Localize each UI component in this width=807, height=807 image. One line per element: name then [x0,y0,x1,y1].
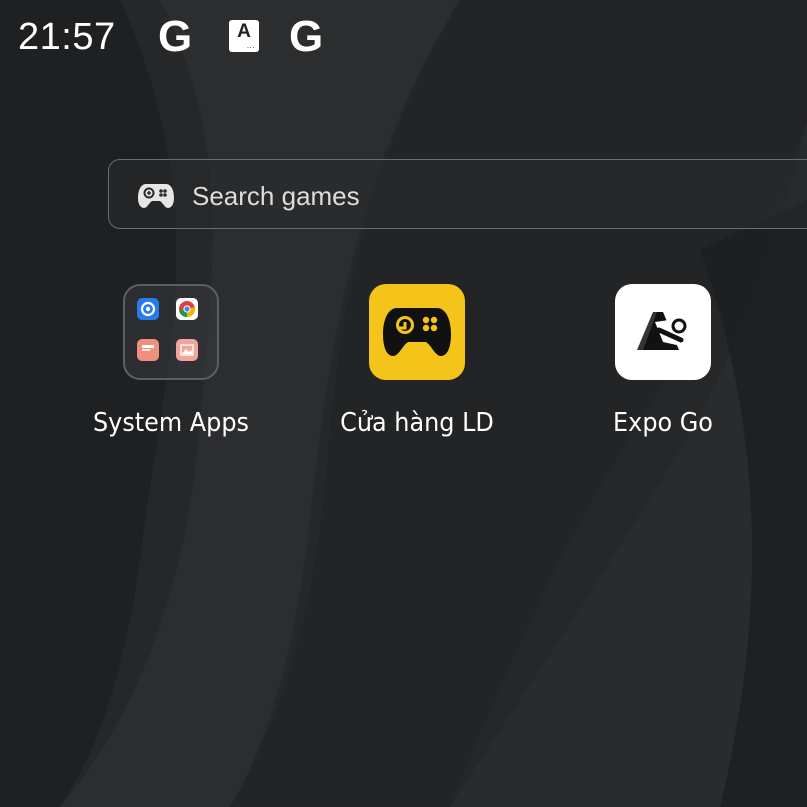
expo-go-icon[interactable] [615,284,711,380]
app-label: System Apps [93,408,249,438]
gallery-icon [176,339,198,361]
ld-store-gamepad-icon[interactable] [369,284,465,380]
status-bar: 21:57 G A ... G [0,0,807,76]
search-games-bar[interactable]: Search games [108,159,807,229]
google-icon: G [158,12,193,61]
folder-icon[interactable] [123,284,219,380]
app-label: Cửa hàng LD [340,408,494,438]
accessibility-icon-dots: ... [246,41,255,50]
google-icon: G [289,12,324,61]
ld-store-app[interactable]: Cửa hàng LD [317,284,517,439]
accessibility-icon: A ... [229,20,259,52]
files-icon [137,339,159,361]
ld-gamepad-glyph [383,308,451,356]
system-apps-folder[interactable]: System Apps [71,284,271,439]
status-time: 21:57 [18,16,116,58]
settings-icon [137,298,159,320]
accessibility-icon-letter: A [237,21,251,42]
search-input[interactable]: Search games [192,181,360,211]
expo-go-app[interactable]: Expo Go [563,284,763,439]
gamepad-icon [138,184,174,208]
expo-glyph [637,312,687,350]
app-label: Expo Go [613,408,713,438]
chrome-icon [176,298,198,320]
